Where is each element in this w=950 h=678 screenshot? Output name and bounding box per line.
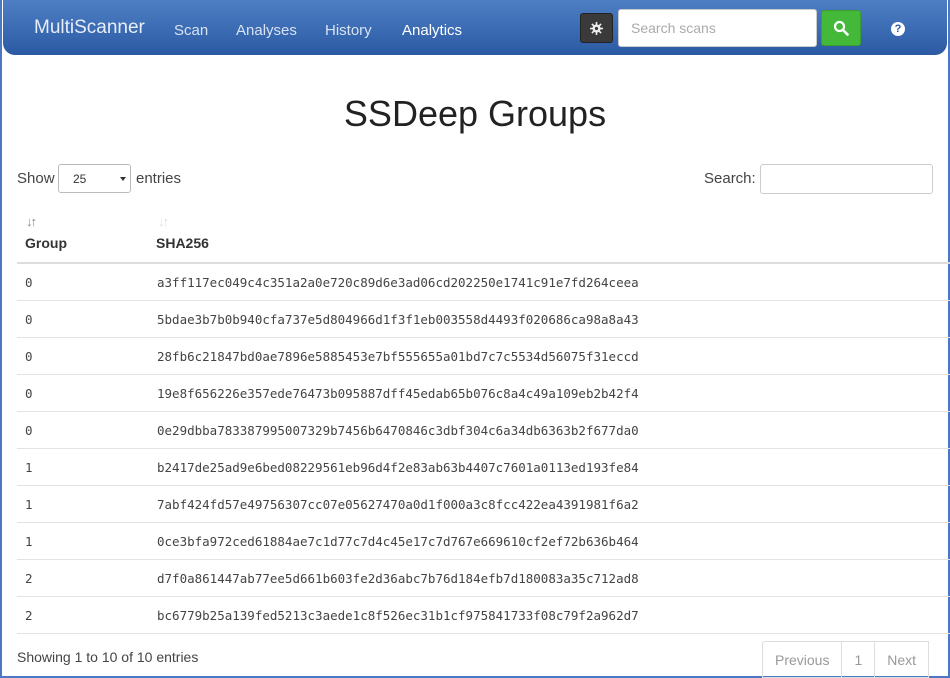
- sort-both-icon[interactable]: ↓↑: [158, 214, 169, 229]
- group-cell: 0: [25, 423, 33, 438]
- entries-label: entries: [136, 170, 182, 187]
- sha256-link[interactable]: a3ff117ec049c4c351a2a0e720c89d6e3ad06cd2…: [157, 275, 639, 290]
- group-cell: 1: [25, 497, 33, 512]
- page-length-value: 25: [73, 172, 87, 186]
- table-search-input[interactable]: [760, 164, 933, 194]
- nav-history[interactable]: History: [325, 22, 372, 39]
- table-row[interactable]: 1 0ce3bfa972ced61884ae7c1d77c7d4c45e17c7d…: [17, 523, 950, 560]
- table-row[interactable]: 2 bc6779b25a139fed5213c3aede1c8f526ec31b1…: [17, 597, 950, 634]
- filter-label: Search:: [704, 170, 756, 187]
- sha256-link[interactable]: 0ce3bfa972ced61884ae7c1d77c7d4c45e17c7d7…: [157, 534, 639, 549]
- page-title: SSDeep Groups: [343, 93, 607, 134]
- search-button[interactable]: [821, 10, 861, 46]
- search-icon: [833, 20, 849, 36]
- navbar: MultiScanner Scan Analyses History Analy…: [3, 0, 947, 55]
- table-row[interactable]: 0 28fb6c21847bd0ae7896e5885453e7bf555655a…: [17, 338, 950, 375]
- previous-page-button[interactable]: Previous: [763, 642, 841, 678]
- nav-analyses[interactable]: Analyses: [236, 22, 297, 39]
- chevron-down-icon: [120, 177, 126, 181]
- nav-scan[interactable]: Scan: [174, 22, 208, 39]
- sha256-link[interactable]: 5bdae3b7b0b940cfa737e5d804966d1f3f1eb003…: [157, 312, 639, 327]
- sha256-link[interactable]: d7f0a861447ab77ee5d661b603fe2d36abc7b76d…: [157, 571, 639, 586]
- table-info: Showing 1 to 10 of 10 entries: [17, 649, 199, 665]
- sha256-link[interactable]: 7abf424fd57e49756307cc07e05627470a0d1f00…: [157, 497, 639, 512]
- sha256-link[interactable]: 19e8f656226e357ede76473b095887dff45edab6…: [157, 386, 639, 401]
- group-cell: 0: [25, 386, 33, 401]
- sort-ascending-icon[interactable]: ↓↑: [26, 214, 37, 229]
- brand-logo[interactable]: MultiScanner: [34, 17, 145, 39]
- group-cell: 1: [25, 460, 33, 475]
- table-row[interactable]: 2 d7f0a861447ab77ee5d661b603fe2d36abc7b76…: [17, 560, 950, 597]
- group-cell: 0: [25, 312, 33, 327]
- help-icon[interactable]: ?: [891, 22, 905, 36]
- page-length-select[interactable]: 25: [58, 164, 131, 193]
- table-row[interactable]: 1 b2417de25ad9e6bed08229561eb96d4f2e83ab6…: [17, 449, 950, 486]
- group-cell: 0: [25, 275, 33, 290]
- group-cell: 0: [25, 349, 33, 364]
- group-cell: 2: [25, 571, 33, 586]
- sha256-link[interactable]: bc6779b25a139fed5213c3aede1c8f526ec31b1c…: [157, 608, 639, 623]
- table-row[interactable]: 0 19e8f656226e357ede76473b095887dff45edab…: [17, 375, 950, 412]
- next-page-button[interactable]: Next: [874, 642, 928, 678]
- table-row[interactable]: 1 7abf424fd57e49756307cc07e05627470a0d1f0…: [17, 486, 950, 523]
- column-header-sha256[interactable]: SHA256: [156, 235, 209, 251]
- sha256-link[interactable]: 0e29dbba783387995007329b7456b6470846c3db…: [157, 423, 639, 438]
- column-header-group[interactable]: Group: [25, 235, 67, 251]
- page-1-button[interactable]: 1: [841, 642, 874, 678]
- table-row[interactable]: 0 a3ff117ec049c4c351a2a0e720c89d6e3ad06cd…: [17, 264, 950, 301]
- settings-button[interactable]: [580, 13, 613, 43]
- show-label: Show: [17, 170, 55, 187]
- gear-icon: [590, 22, 603, 35]
- group-cell: 1: [25, 534, 33, 549]
- search-scans-input[interactable]: [618, 9, 817, 47]
- sha256-link[interactable]: 28fb6c21847bd0ae7896e5885453e7bf555655a0…: [157, 349, 639, 364]
- sha256-link[interactable]: b2417de25ad9e6bed08229561eb96d4f2e83ab63…: [157, 460, 639, 475]
- nav-analytics[interactable]: Analytics: [402, 22, 462, 39]
- group-cell: 2: [25, 608, 33, 623]
- table-row[interactable]: 0 0e29dbba783387995007329b7456b6470846c3d…: [17, 412, 950, 449]
- pagination: Previous 1 Next: [762, 641, 930, 678]
- table-row[interactable]: 0 5bdae3b7b0b940cfa737e5d804966d1f3f1eb00…: [17, 301, 950, 338]
